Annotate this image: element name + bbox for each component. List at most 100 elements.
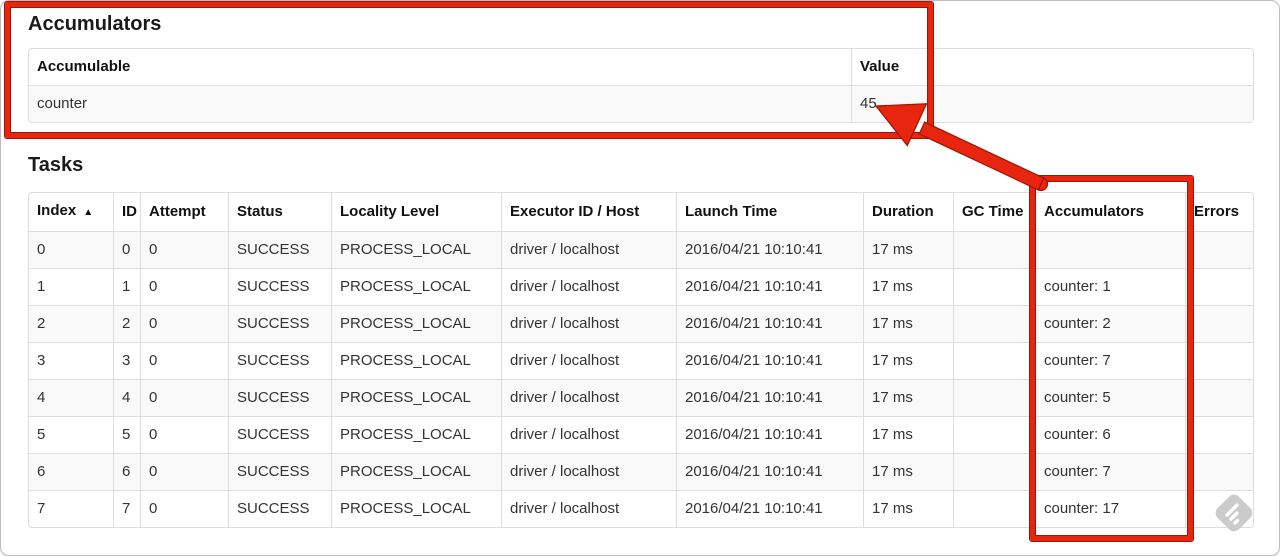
task-row: 3 3 0 SUCCESS PROCESS_LOCAL driver / loc… — [29, 342, 1253, 379]
tasks-col-header-index[interactable]: Index ▲ — [29, 193, 113, 231]
task-cell-gc-time — [953, 305, 1035, 342]
tasks-col-header-id[interactable]: ID — [113, 193, 140, 231]
task-cell-index: 2 — [29, 305, 113, 342]
value-column-header[interactable]: Value — [851, 49, 1253, 85]
task-row: 5 5 0 SUCCESS PROCESS_LOCAL driver / loc… — [29, 416, 1253, 453]
task-cell-index: 0 — [29, 231, 113, 268]
tasks-section-title: Tasks — [28, 154, 84, 176]
tasks-col-header-duration[interactable]: Duration — [863, 193, 953, 231]
task-cell-gc-time — [953, 490, 1035, 527]
task-cell-duration: 17 ms — [863, 416, 953, 453]
tasks-table-header-row: Index ▲ ID Attempt Status Locality Level … — [29, 193, 1253, 231]
task-cell-id: 0 — [113, 231, 140, 268]
task-cell-attempt: 0 — [140, 342, 228, 379]
task-cell-errors — [1185, 379, 1253, 416]
task-cell-id: 2 — [113, 305, 140, 342]
tasks-col-header-executor-id-host[interactable]: Executor ID / Host — [501, 193, 676, 231]
task-cell-id: 4 — [113, 379, 140, 416]
task-cell-executor-id-host: driver / localhost — [501, 490, 676, 527]
task-cell-index: 5 — [29, 416, 113, 453]
task-cell-locality-level: PROCESS_LOCAL — [331, 305, 501, 342]
task-cell-gc-time — [953, 268, 1035, 305]
task-cell-accumulators: counter: 1 — [1035, 268, 1185, 305]
task-cell-status: SUCCESS — [228, 416, 331, 453]
task-cell-duration: 17 ms — [863, 268, 953, 305]
task-cell-status: SUCCESS — [228, 490, 331, 527]
tasks-col-header-attempt[interactable]: Attempt — [140, 193, 228, 231]
task-cell-locality-level: PROCESS_LOCAL — [331, 231, 501, 268]
task-cell-id: 6 — [113, 453, 140, 490]
task-cell-launch-time: 2016/04/21 10:10:41 — [676, 305, 863, 342]
sort-ascending-icon: ▲ — [83, 207, 94, 218]
task-cell-status: SUCCESS — [228, 268, 331, 305]
task-cell-attempt: 0 — [140, 305, 228, 342]
task-cell-id: 7 — [113, 490, 140, 527]
task-cell-duration: 17 ms — [863, 379, 953, 416]
task-cell-executor-id-host: driver / localhost — [501, 379, 676, 416]
tasks-table: Index ▲ ID Attempt Status Locality Level … — [28, 192, 1254, 528]
tasks-col-header-launch-time[interactable]: Launch Time — [676, 193, 863, 231]
accumulable-column-header[interactable]: Accumulable — [29, 49, 851, 85]
task-cell-gc-time — [953, 416, 1035, 453]
task-cell-accumulators: counter: 7 — [1035, 453, 1185, 490]
task-cell-accumulators — [1035, 231, 1185, 268]
task-cell-index: 6 — [29, 453, 113, 490]
accumulators-section-title: Accumulators — [28, 13, 162, 35]
tasks-col-header-accumulators[interactable]: Accumulators — [1035, 193, 1185, 231]
task-cell-index: 1 — [29, 268, 113, 305]
task-cell-locality-level: PROCESS_LOCAL — [331, 268, 501, 305]
task-row: 1 1 0 SUCCESS PROCESS_LOCAL driver / loc… — [29, 268, 1253, 305]
task-cell-launch-time: 2016/04/21 10:10:41 — [676, 490, 863, 527]
task-cell-executor-id-host: driver / localhost — [501, 305, 676, 342]
task-cell-status: SUCCESS — [228, 379, 331, 416]
accumulator-row: counter 45 — [29, 85, 1253, 122]
task-cell-errors — [1185, 342, 1253, 379]
task-cell-launch-time: 2016/04/21 10:10:41 — [676, 231, 863, 268]
accumulators-table-header-row: Accumulable Value — [29, 49, 1253, 85]
task-cell-status: SUCCESS — [228, 342, 331, 379]
page-content: Accumulators Accumulable Value counter 4… — [28, 0, 1254, 528]
task-cell-errors — [1185, 490, 1253, 527]
task-cell-locality-level: PROCESS_LOCAL — [331, 379, 501, 416]
task-cell-locality-level: PROCESS_LOCAL — [331, 490, 501, 527]
task-cell-executor-id-host: driver / localhost — [501, 342, 676, 379]
task-cell-accumulators: counter: 2 — [1035, 305, 1185, 342]
task-cell-attempt: 0 — [140, 379, 228, 416]
task-cell-gc-time — [953, 342, 1035, 379]
task-cell-id: 3 — [113, 342, 140, 379]
task-cell-duration: 17 ms — [863, 453, 953, 490]
task-row: 4 4 0 SUCCESS PROCESS_LOCAL driver / loc… — [29, 379, 1253, 416]
task-cell-index: 3 — [29, 342, 113, 379]
tasks-col-header-errors[interactable]: Errors — [1185, 193, 1253, 231]
task-cell-duration: 17 ms — [863, 231, 953, 268]
tasks-col-header-status[interactable]: Status — [228, 193, 331, 231]
task-cell-attempt: 0 — [140, 490, 228, 527]
task-row: 7 7 0 SUCCESS PROCESS_LOCAL driver / loc… — [29, 490, 1253, 527]
tasks-col-header-gc-time[interactable]: GC Time — [953, 193, 1035, 231]
task-cell-duration: 17 ms — [863, 342, 953, 379]
task-row: 6 6 0 SUCCESS PROCESS_LOCAL driver / loc… — [29, 453, 1253, 490]
task-cell-errors — [1185, 416, 1253, 453]
task-cell-executor-id-host: driver / localhost — [501, 416, 676, 453]
task-cell-executor-id-host: driver / localhost — [501, 453, 676, 490]
task-cell-id: 1 — [113, 268, 140, 305]
task-cell-executor-id-host: driver / localhost — [501, 268, 676, 305]
task-cell-errors — [1185, 305, 1253, 342]
task-cell-status: SUCCESS — [228, 453, 331, 490]
task-row: 0 0 0 SUCCESS PROCESS_LOCAL driver / loc… — [29, 231, 1253, 268]
accumulable-name-cell: counter — [29, 85, 851, 122]
task-cell-locality-level: PROCESS_LOCAL — [331, 453, 501, 490]
task-cell-locality-level: PROCESS_LOCAL — [331, 342, 501, 379]
accumulator-value-cell: 45 — [851, 85, 1253, 122]
tasks-col-header-locality-level[interactable]: Locality Level — [331, 193, 501, 231]
task-row: 2 2 0 SUCCESS PROCESS_LOCAL driver / loc… — [29, 305, 1253, 342]
task-cell-accumulators: counter: 17 — [1035, 490, 1185, 527]
task-cell-accumulators: counter: 7 — [1035, 342, 1185, 379]
task-cell-duration: 17 ms — [863, 305, 953, 342]
task-cell-launch-time: 2016/04/21 10:10:41 — [676, 268, 863, 305]
task-cell-status: SUCCESS — [228, 305, 331, 342]
task-cell-launch-time: 2016/04/21 10:10:41 — [676, 416, 863, 453]
task-cell-index: 4 — [29, 379, 113, 416]
task-cell-gc-time — [953, 231, 1035, 268]
task-cell-launch-time: 2016/04/21 10:10:41 — [676, 453, 863, 490]
